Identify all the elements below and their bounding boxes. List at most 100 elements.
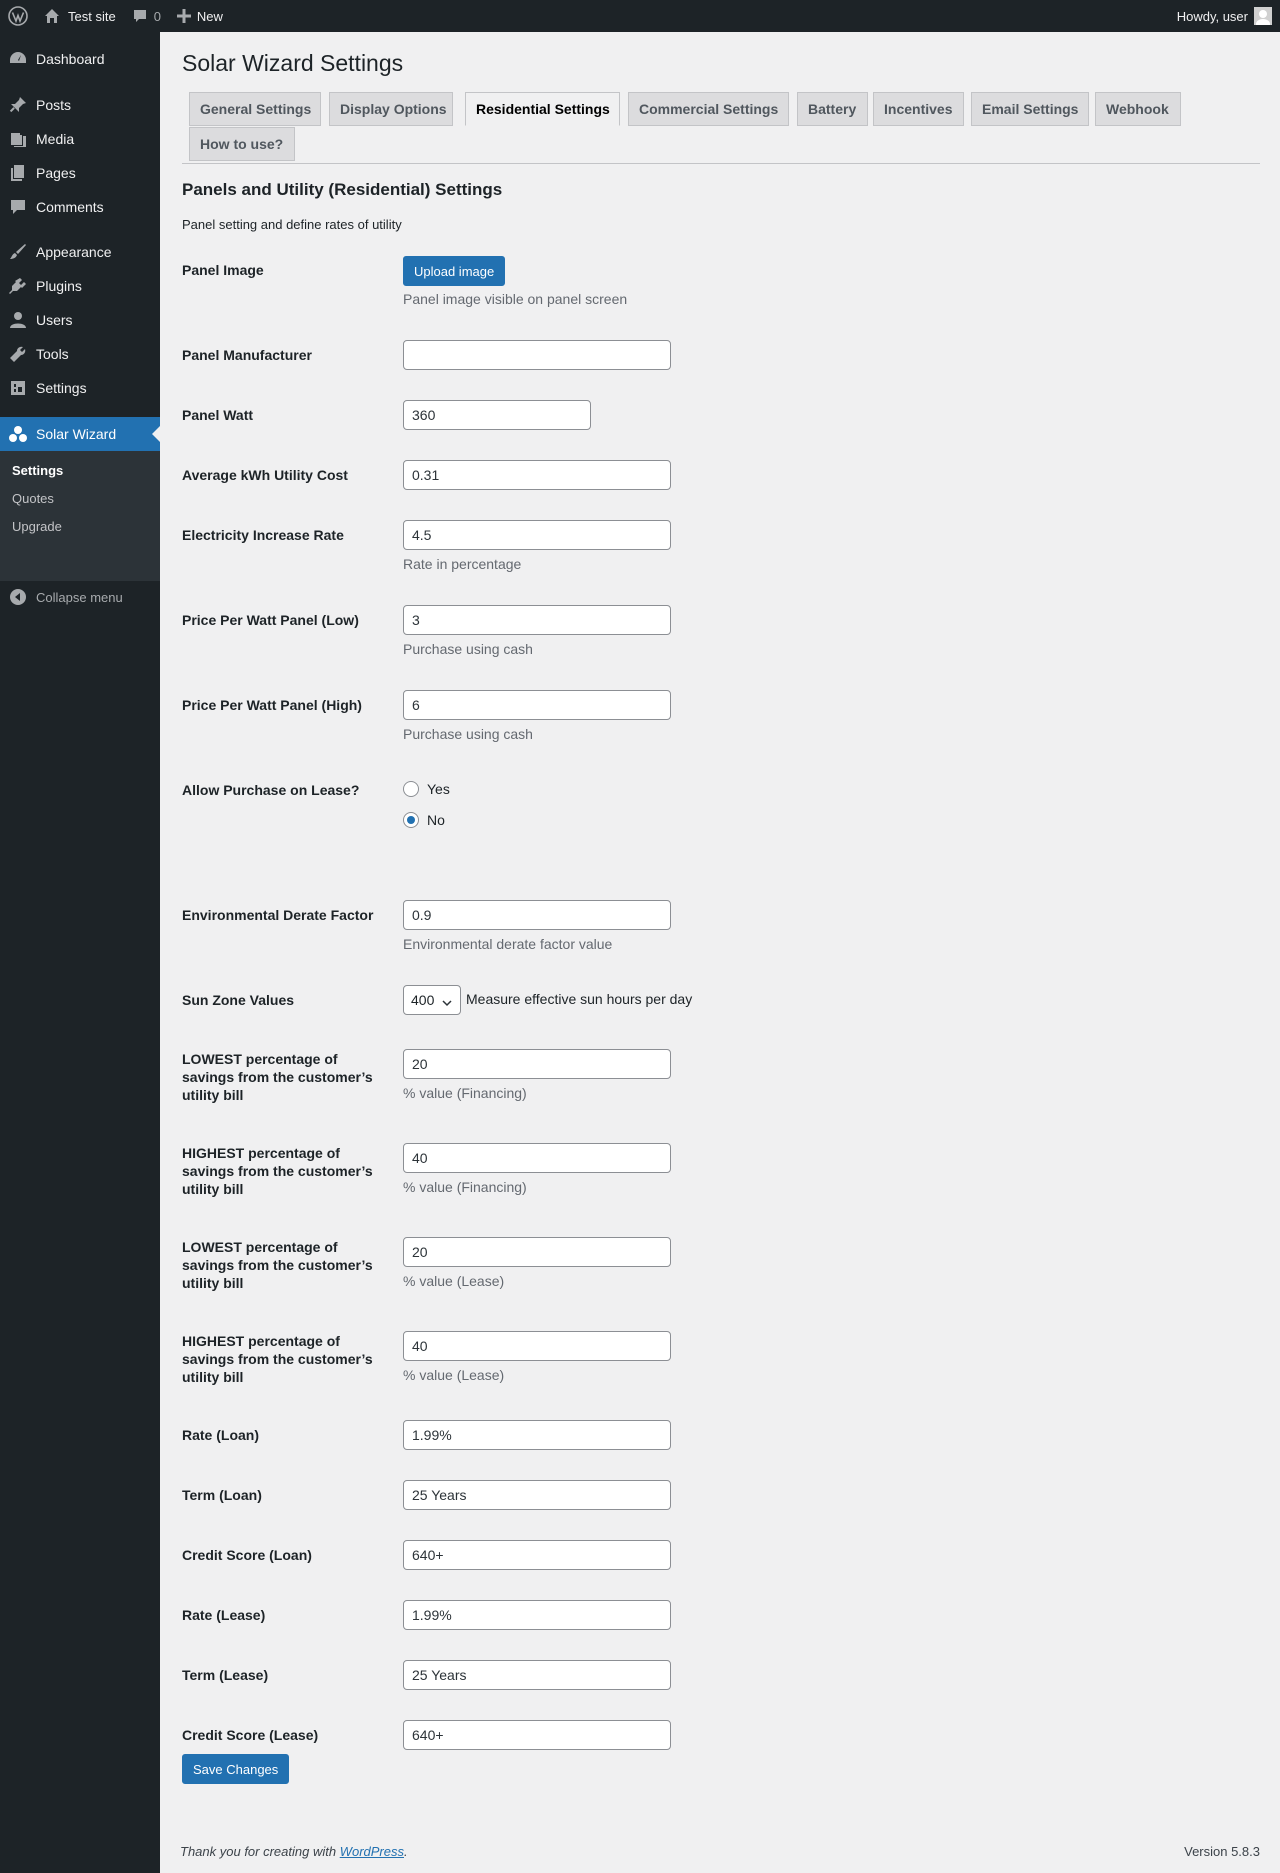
new-content-link[interactable]: New: [169, 0, 231, 32]
sidebar-item-appearance[interactable]: Appearance: [0, 235, 160, 269]
submenu-item-settings[interactable]: Settings: [12, 463, 63, 478]
tab-commercial-settings[interactable]: Commercial Settings: [628, 92, 789, 126]
wordpress-logo-icon[interactable]: [0, 0, 36, 32]
ppw-low-label: Price Per Watt Panel (Low): [182, 612, 359, 628]
lowest-savings-financing-description: % value (Financing): [403, 1085, 527, 1101]
panel-manufacturer-input[interactable]: [403, 340, 671, 370]
term-loan-input[interactable]: [403, 1480, 671, 1510]
lowest-savings-lease-input[interactable]: [403, 1237, 671, 1267]
highest-savings-financing-description: % value (Financing): [403, 1179, 527, 1195]
plus-icon: [176, 9, 191, 23]
lowest-savings-financing-label: LOWEST percentage of savings from the cu…: [182, 1051, 373, 1103]
lease-option-yes[interactable]: Yes: [403, 781, 450, 797]
sidebar-item-media[interactable]: Media: [0, 122, 160, 156]
user-account-link[interactable]: Howdy, user: [1169, 0, 1280, 32]
tab-battery[interactable]: Battery: [797, 92, 868, 126]
avg-kwh-cost-label: Average kWh Utility Cost: [182, 467, 348, 483]
wordpress-link[interactable]: WordPress: [340, 1844, 404, 1859]
settings-icon: [0, 379, 36, 397]
section-title: Panels and Utility (Residential) Setting…: [182, 180, 503, 199]
electricity-increase-input[interactable]: [403, 520, 671, 550]
derate-label: Environmental Derate Factor: [182, 907, 374, 923]
highest-savings-lease-input[interactable]: [403, 1331, 671, 1361]
page-title: Solar Wizard Settings: [182, 50, 404, 76]
footer-thanks: Thank you for creating with WordPress.: [180, 1844, 408, 1859]
sidebar-item-label: Users: [36, 312, 73, 328]
tab-general-settings[interactable]: General Settings: [189, 92, 321, 126]
sidebar-item-label: Comments: [36, 199, 104, 215]
sidebar-item-posts[interactable]: Posts: [0, 88, 160, 122]
lease-option-no[interactable]: No: [403, 812, 445, 828]
rate-lease-input[interactable]: [403, 1600, 671, 1630]
comment-icon: [132, 8, 148, 24]
tab-how-to-use[interactable]: How to use?: [189, 127, 295, 161]
sidebar-item-label: Appearance: [36, 244, 112, 260]
submenu-item-quotes[interactable]: Quotes: [12, 491, 54, 506]
sidebar-item-settings[interactable]: Settings: [0, 371, 160, 405]
lowest-savings-financing-input[interactable]: [403, 1049, 671, 1079]
credit-score-lease-label: Credit Score (Lease): [182, 1727, 319, 1743]
radio-yes[interactable]: [403, 781, 419, 797]
home-icon: [44, 8, 60, 24]
highest-savings-lease-description: % value (Lease): [403, 1367, 505, 1383]
comment-icon: [0, 198, 36, 216]
submenu-item-upgrade[interactable]: Upgrade: [12, 519, 62, 534]
section-description: Panel setting and define rates of utilit…: [182, 217, 402, 232]
sidebar-item-comments[interactable]: Comments: [0, 190, 160, 224]
credit-score-lease-input[interactable]: [403, 1720, 671, 1750]
sidebar-item-solar-wizard[interactable]: Solar Wizard: [0, 417, 160, 451]
tab-webhook[interactable]: Webhook: [1095, 92, 1181, 126]
avatar: [1254, 7, 1272, 25]
rate-loan-input[interactable]: [403, 1420, 671, 1450]
highest-savings-financing-input[interactable]: [403, 1143, 671, 1173]
avg-kwh-cost-input[interactable]: [403, 460, 671, 490]
comments-count: 0: [153, 8, 161, 24]
paintbrush-icon: [0, 243, 36, 261]
allow-lease-label: Allow Purchase on Lease?: [182, 782, 360, 798]
tab-residential-settings[interactable]: Residential Settings: [465, 92, 620, 126]
pages-icon: [0, 164, 36, 182]
dashboard-icon: [0, 50, 36, 68]
ppw-high-description: Purchase using cash: [403, 726, 533, 742]
site-name-link[interactable]: Test site: [36, 0, 124, 32]
derate-input[interactable]: [403, 900, 671, 930]
sun-zone-label: Sun Zone Values: [182, 992, 295, 1008]
sidebar-item-pages[interactable]: Pages: [0, 156, 160, 190]
ppw-low-input[interactable]: [403, 605, 671, 635]
comments-link[interactable]: 0: [124, 0, 169, 32]
collapse-menu-button[interactable]: Collapse menu: [0, 585, 123, 609]
ppw-high-input[interactable]: [403, 690, 671, 720]
sidebar-item-label: Solar Wizard: [36, 426, 117, 442]
tabs-divider: [182, 163, 1260, 164]
tab-email-settings[interactable]: Email Settings: [971, 92, 1089, 126]
plugin-icon: [0, 277, 36, 295]
sun-zone-select[interactable]: 400: [403, 985, 461, 1015]
ppw-low-description: Purchase using cash: [403, 641, 533, 657]
save-changes-button[interactable]: Save Changes: [182, 1754, 290, 1784]
tab-display-options[interactable]: Display Options: [329, 92, 453, 126]
solar-wizard-submenu: Settings Quotes Upgrade: [0, 451, 160, 581]
radio-yes-label: Yes: [427, 781, 450, 797]
credit-score-loan-label: Credit Score (Loan): [182, 1547, 312, 1563]
credit-score-loan-input[interactable]: [403, 1540, 671, 1570]
lowest-savings-lease-label: LOWEST percentage of savings from the cu…: [182, 1239, 373, 1291]
sidebar-item-tools[interactable]: Tools: [0, 337, 160, 371]
collapse-menu-label: Collapse menu: [36, 589, 123, 605]
sidebar-item-users[interactable]: Users: [0, 303, 160, 337]
term-loan-label: Term (Loan): [182, 1487, 262, 1503]
panel-image-description: Panel image visible on panel screen: [403, 291, 628, 307]
sidebar-item-dashboard[interactable]: Dashboard: [0, 42, 160, 76]
panel-watt-input[interactable]: [403, 400, 591, 430]
sun-zone-value: 400: [411, 992, 435, 1008]
sidebar-item-plugins[interactable]: Plugins: [0, 269, 160, 303]
sidebar-item-label: Settings: [36, 380, 87, 396]
term-lease-label: Term (Lease): [182, 1667, 269, 1683]
radio-no[interactable]: [403, 812, 419, 828]
footer-thanks-suffix: .: [404, 1844, 408, 1859]
upload-image-button[interactable]: Upload image: [403, 256, 506, 286]
tab-incentives[interactable]: Incentives: [873, 92, 964, 126]
term-lease-input[interactable]: [403, 1660, 671, 1690]
admin-sidebar: Dashboard Posts Media Pages Comments App…: [0, 32, 160, 1873]
footer-version: Version 5.8.3: [1184, 1844, 1260, 1859]
panel-watt-label: Panel Watt: [182, 407, 254, 423]
